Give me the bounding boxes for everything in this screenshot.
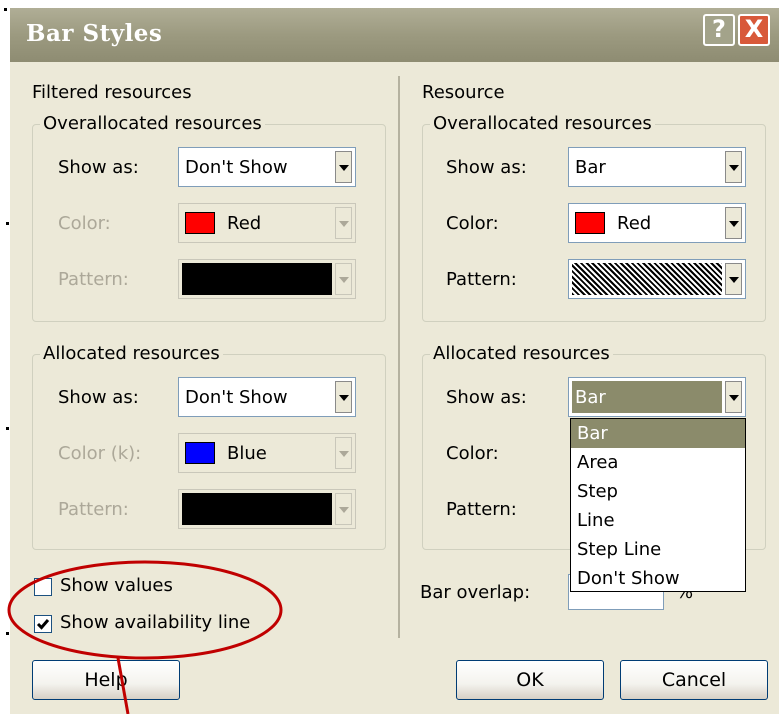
annotation-ellipse [7,560,283,660]
annotation-overlay [7,560,283,714]
edge-artifact [4,8,7,11]
edge-artifact [6,427,9,430]
annotation-pointer-line [116,657,130,714]
edge-artifact [6,632,9,635]
edge-artifact [6,222,9,225]
